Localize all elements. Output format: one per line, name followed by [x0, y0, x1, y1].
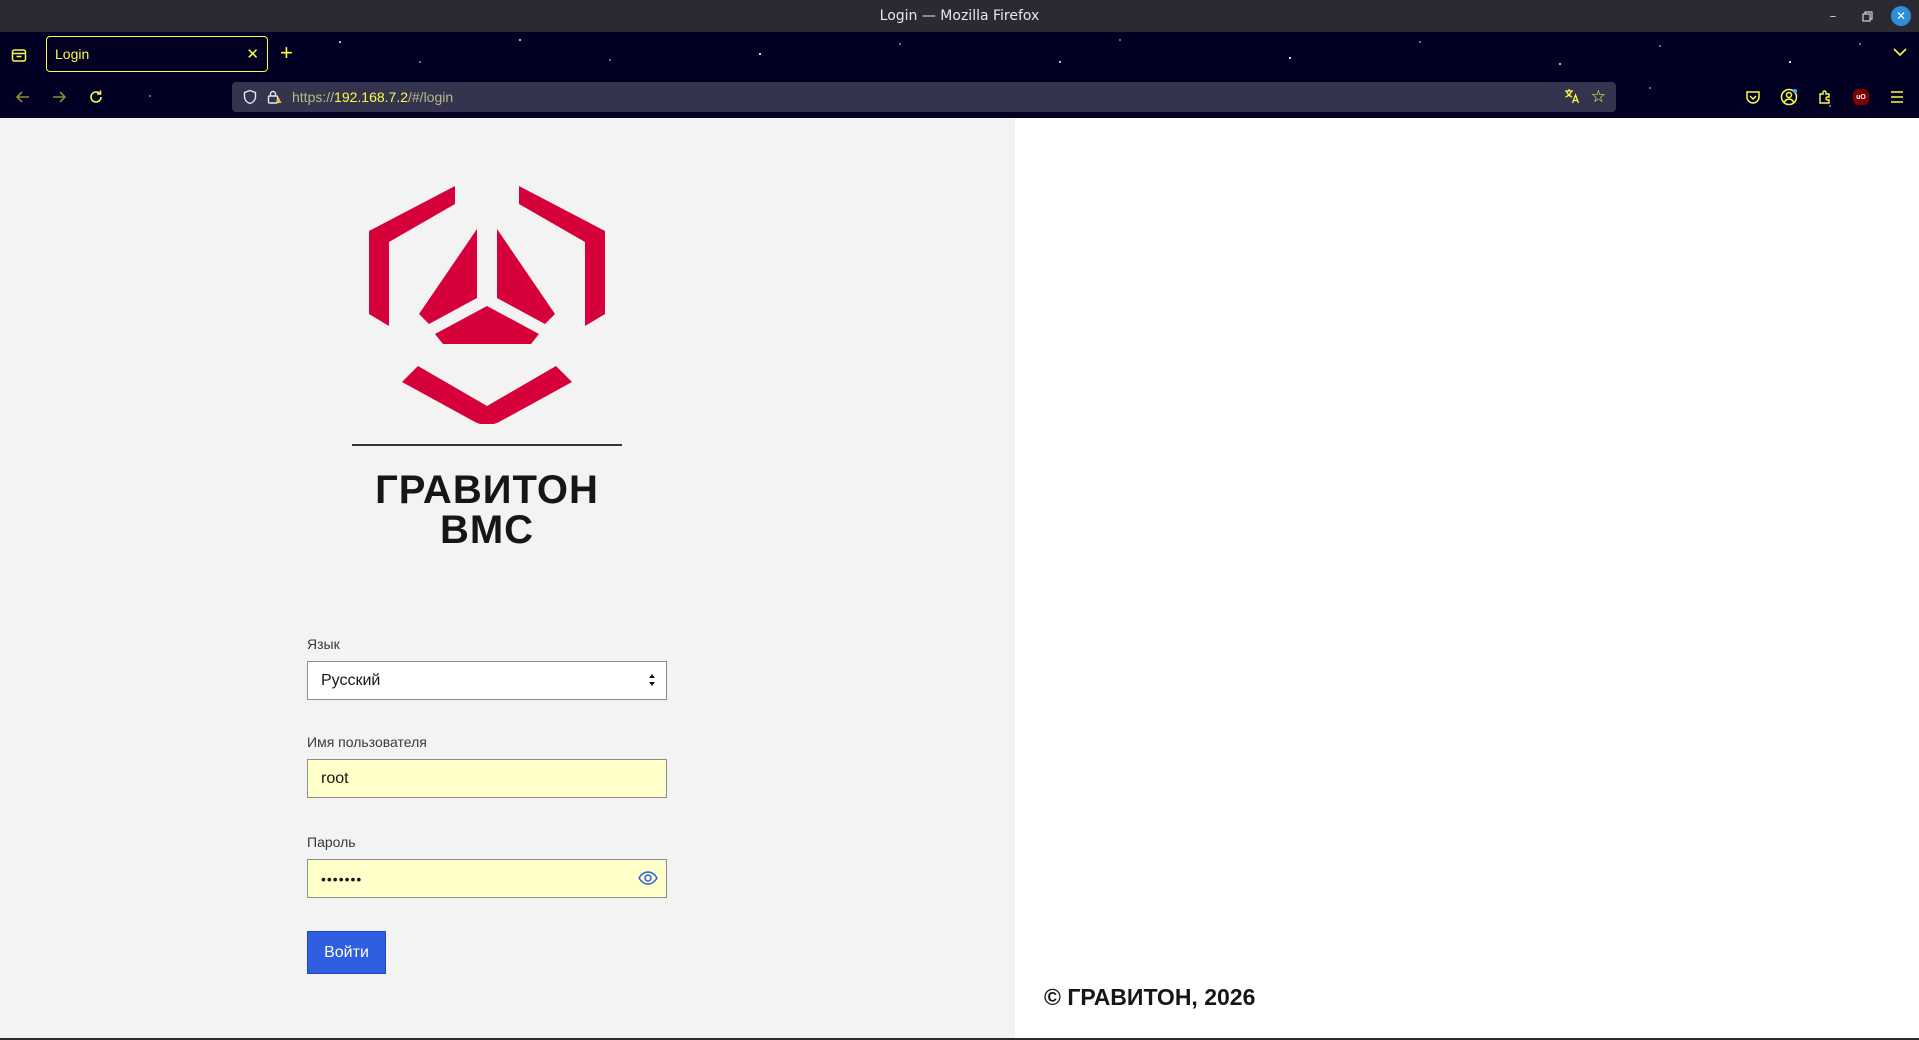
url-path: /#/login: [408, 89, 454, 105]
translate-icon[interactable]: [1564, 88, 1580, 108]
graviton-logo: [369, 186, 605, 424]
ublock-origin-icon[interactable]: uO: [1853, 89, 1869, 105]
extensions-button[interactable]: [1814, 86, 1836, 108]
url-host: 192.168.7.2: [334, 89, 408, 105]
arrow-right-icon: [53, 91, 67, 103]
new-tab-button[interactable]: +: [280, 42, 293, 64]
logo-divider: [352, 444, 622, 446]
arrow-left-icon: [15, 91, 29, 103]
password-label: Пароль: [307, 834, 356, 850]
select-arrows-icon: [649, 674, 655, 686]
username-value: root: [321, 769, 349, 787]
window-controls: – ✕: [1823, 0, 1911, 32]
tab-label: Login: [55, 46, 90, 62]
shield-icon[interactable]: [242, 89, 258, 105]
brand-product: BMC: [439, 508, 535, 552]
brand-name: ГРАВИТОН: [375, 468, 599, 512]
navigation-toolbar: https://192.168.7.2/#/login ☆ uO: [0, 76, 1919, 118]
restore-icon: [1861, 10, 1873, 22]
tab-login[interactable]: Login ✕: [46, 36, 268, 72]
reload-icon: [90, 90, 102, 103]
star-icon[interactable]: ☆: [1591, 87, 1606, 107]
eye-icon[interactable]: [638, 870, 658, 886]
username-label: Имя пользователя: [307, 734, 427, 750]
firefox-view-icon: [11, 49, 27, 62]
chevron-down-icon: [1893, 48, 1907, 57]
language-select[interactable]: Русский: [307, 661, 667, 700]
password-input[interactable]: •••••••: [307, 859, 667, 898]
tab-close-icon[interactable]: ✕: [246, 45, 259, 63]
restore-button[interactable]: [1857, 6, 1877, 26]
window-titlebar: Login — Mozilla Firefox – ✕: [0, 0, 1919, 32]
forward-button[interactable]: [48, 86, 70, 108]
firefox-view-button[interactable]: [8, 44, 30, 66]
account-button[interactable]: [1778, 86, 1800, 108]
address-bar[interactable]: https://192.168.7.2/#/login ☆: [232, 82, 1616, 112]
hamburger-icon: [1891, 91, 1903, 103]
puzzle-icon: [1819, 90, 1830, 104]
url-text[interactable]: https://192.168.7.2/#/login: [292, 89, 453, 105]
lock-warning-icon[interactable]: [266, 89, 282, 105]
language-label: Язык: [307, 636, 340, 652]
url-scheme: https://: [292, 89, 335, 105]
close-window-button[interactable]: ✕: [1891, 6, 1911, 26]
back-button[interactable]: [12, 86, 34, 108]
account-icon: [1780, 88, 1798, 106]
login-button[interactable]: Войти: [307, 931, 386, 974]
copyright-text: © ГРАВИТОН, 2026: [1044, 984, 1256, 1010]
tab-bar: Login ✕ +: [0, 32, 1919, 76]
pocket-button[interactable]: [1742, 86, 1764, 108]
window-title: Login — Mozilla Firefox: [879, 8, 1040, 24]
brand-title: ГРАВИТОН BMC: [0, 470, 974, 550]
minimize-button[interactable]: –: [1823, 6, 1843, 26]
reload-button[interactable]: [85, 86, 107, 108]
page-content: ГРАВИТОН BMC Язык Русский Имя пользовате…: [0, 118, 1919, 1040]
login-panel: ГРАВИТОН BMC Язык Русский Имя пользовате…: [0, 118, 1015, 1040]
username-input[interactable]: root: [307, 759, 667, 798]
language-value: Русский: [321, 671, 381, 689]
list-all-tabs-button[interactable]: [1893, 44, 1907, 60]
pocket-icon: [1746, 91, 1760, 104]
menu-button[interactable]: [1886, 86, 1908, 108]
right-panel: [1015, 118, 1919, 1040]
password-value: •••••••: [321, 870, 363, 887]
